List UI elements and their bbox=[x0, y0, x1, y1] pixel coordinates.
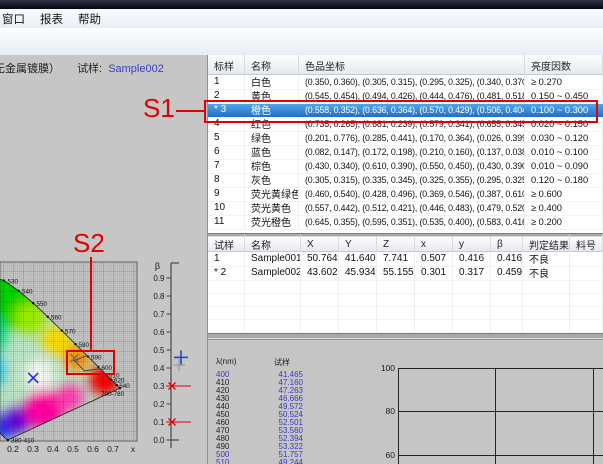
annotation-s1-rect bbox=[204, 100, 598, 123]
standard-row[interactable]: 7棕色 (0.430, 0.340), (0.610, 0.390), (0.5… bbox=[208, 159, 603, 173]
standard-row[interactable]: 6蓝色 (0.082, 0.147), (0.172, 0.198), (0.2… bbox=[208, 145, 603, 159]
svg-text:570: 570 bbox=[65, 329, 76, 336]
sample-row[interactable]: 1Sample001 50.76441.640 7.7410.507 0.416… bbox=[208, 252, 603, 266]
annotation-s2-line bbox=[90, 257, 92, 350]
spectral-table: 40041.465 41047.160 42047.263 43046.666 … bbox=[216, 371, 306, 464]
col-y[interactable]: y bbox=[453, 236, 491, 252]
svg-text:0.6: 0.6 bbox=[153, 328, 165, 337]
annotation-s2-label: S2 bbox=[73, 230, 105, 256]
lambda-header: λ(nm) bbox=[216, 357, 236, 366]
chart-ytick-60: 60 bbox=[368, 450, 395, 460]
beta-range-lower-marker bbox=[166, 419, 191, 426]
standards-table: 标样 名称 色品坐标 亮度因数 1白色 (0.350, 0.360), (0.3… bbox=[208, 55, 603, 229]
annotation-s2-rect bbox=[66, 350, 115, 375]
svg-text:540: 540 bbox=[22, 289, 33, 296]
col-standard[interactable]: 标样 bbox=[208, 55, 245, 75]
samples-table: 试样 名称 X Y Z x y β 判定结果 料号 1Sample001 50.… bbox=[208, 237, 603, 333]
sample-row[interactable]: * 2Sample002 43.60245.934 55.1550.301 0.… bbox=[208, 266, 603, 280]
title-bar bbox=[0, 0, 603, 9]
chromaticity-panel: 无金属镀膜） 试样: Sample002 bbox=[0, 55, 207, 464]
chart-ytick-80: 80 bbox=[368, 406, 395, 416]
svg-text:700-780: 700-780 bbox=[101, 391, 125, 398]
sample1-beta-marker bbox=[173, 359, 185, 371]
spectral-sample-header: 试样 bbox=[274, 357, 290, 368]
svg-text:0.9: 0.9 bbox=[153, 274, 165, 283]
svg-text:0.6: 0.6 bbox=[87, 444, 99, 454]
spectral-chart bbox=[398, 368, 603, 464]
empty-row bbox=[208, 320, 603, 333]
empty-row bbox=[208, 306, 603, 319]
annotation-s1-line bbox=[176, 110, 204, 112]
standard-row[interactable]: 11荧光橙色 (0.645, 0.355), (0.595, 0.351), (… bbox=[208, 215, 603, 229]
svg-text:0.5: 0.5 bbox=[67, 444, 79, 454]
standard-row[interactable]: 5绿色 (0.201, 0.776), (0.285, 0.441), (0.1… bbox=[208, 131, 603, 145]
svg-text:560: 560 bbox=[51, 315, 62, 322]
svg-text:0.2: 0.2 bbox=[7, 444, 19, 454]
menu-report[interactable]: 报表 bbox=[40, 11, 63, 27]
svg-text:x: x bbox=[131, 444, 136, 454]
beta-axis-label: β bbox=[155, 261, 160, 271]
svg-text:0.4: 0.4 bbox=[153, 364, 165, 373]
col-Z[interactable]: Z bbox=[377, 236, 415, 252]
chart-ytick-100: 100 bbox=[368, 363, 395, 373]
current-sample-name: Sample002 bbox=[108, 63, 164, 75]
col-X[interactable]: X bbox=[301, 236, 339, 252]
menu-bar: 窗口 报表 帮助 bbox=[0, 9, 603, 28]
col-x[interactable]: x bbox=[415, 236, 453, 252]
samples-table-header: 试样 名称 X Y Z x y β 判定结果 料号 bbox=[208, 237, 603, 252]
standards-table-header: 标样 名称 色品坐标 亮度因数 bbox=[208, 55, 603, 75]
svg-text:0.2: 0.2 bbox=[153, 400, 165, 409]
svg-text:0.3: 0.3 bbox=[27, 444, 39, 454]
spectral-panel: λ(nm) 试样 40041.465 41047.160 42047.263 4… bbox=[208, 339, 603, 464]
app-window: 窗口 报表 帮助 bbox=[0, 0, 603, 464]
coating-note: 无金属镀膜） bbox=[0, 63, 60, 75]
svg-text:0.7: 0.7 bbox=[153, 310, 165, 319]
sample2-beta-marker bbox=[174, 350, 188, 364]
svg-text:580: 580 bbox=[79, 342, 90, 349]
beta-axis-ticks: 0.9 0.8 0.7 0.6 0.5 0.4 0.3 0.2 0.1 0.0 bbox=[153, 274, 165, 445]
svg-text:0.8: 0.8 bbox=[153, 292, 165, 301]
svg-text:0.4: 0.4 bbox=[47, 444, 59, 454]
svg-text:0.3: 0.3 bbox=[153, 382, 165, 391]
svg-text:530: 530 bbox=[8, 279, 19, 286]
svg-text:0.1: 0.1 bbox=[153, 418, 165, 427]
toolbar: ? SCGT bbox=[0, 28, 603, 56]
x-axis-labels: 0.2 0.3 0.4 0.5 0.6 0.7 x bbox=[7, 444, 136, 454]
svg-text:0.5: 0.5 bbox=[153, 346, 165, 355]
beta-axis: β 0.9 0.8 0.7 0.6 0.5 0.4 0.3 0.2 0.1 0.… bbox=[153, 261, 191, 448]
standard-row[interactable]: 1白色 (0.350, 0.360), (0.305, 0.315), (0.2… bbox=[208, 75, 603, 89]
sample-label: 试样: bbox=[77, 63, 102, 75]
menu-window[interactable]: 窗口 bbox=[2, 11, 25, 27]
col-coords[interactable]: 色品坐标 bbox=[299, 55, 525, 75]
menu-help[interactable]: 帮助 bbox=[78, 11, 101, 27]
empty-row bbox=[208, 280, 603, 293]
empty-row bbox=[208, 293, 603, 306]
standard-row[interactable]: 10荧光黄色 (0.557, 0.442), (0.512, 0.421), (… bbox=[208, 201, 603, 215]
svg-text:0.0: 0.0 bbox=[153, 436, 165, 445]
col-Y[interactable]: Y bbox=[339, 236, 377, 252]
col-factor[interactable]: 亮度因数 bbox=[525, 55, 603, 75]
svg-text:640: 640 bbox=[119, 383, 130, 390]
svg-text:550: 550 bbox=[37, 301, 48, 308]
col-beta[interactable]: β bbox=[491, 236, 523, 252]
standard-row[interactable]: 9荧光黄绿色 (0.460, 0.540), (0.428, 0.496), (… bbox=[208, 187, 603, 201]
col-name[interactable]: 名称 bbox=[245, 55, 299, 75]
spectral-row: 51049.244 bbox=[216, 459, 306, 464]
beta-range-upper-marker bbox=[166, 383, 191, 390]
annotation-s1-label: S1 bbox=[143, 95, 175, 121]
svg-text:0.7: 0.7 bbox=[107, 444, 119, 454]
standard-row[interactable]: 8灰色 (0.305, 0.315), (0.335, 0.345), (0.3… bbox=[208, 173, 603, 187]
panel-header: 无金属镀膜） 试样: Sample002 bbox=[0, 60, 164, 76]
